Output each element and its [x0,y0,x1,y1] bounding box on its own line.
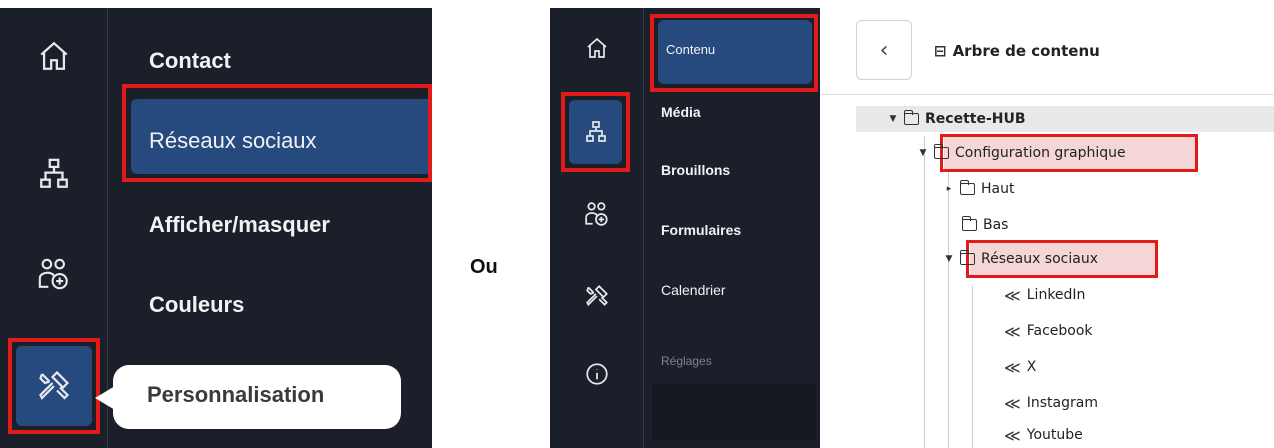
tooltip-arrow [95,386,115,410]
users-add-icon[interactable] [24,244,84,304]
tree-row-facebook[interactable]: ≪ Facebook [1004,318,1093,344]
folder-icon [961,216,977,231]
tree-guide [972,286,973,448]
tree-guide [924,136,925,448]
menu-item-reseaux-sociaux[interactable]: Réseaux sociaux [149,128,317,154]
folder-icon [933,144,949,159]
home-icon[interactable] [567,18,627,78]
tooltip-label: Personnalisation [147,382,325,407]
home-icon[interactable] [24,26,84,86]
tree-row-haut[interactable]: ▸ Haut [942,176,1014,202]
page-icon [903,110,919,125]
users-add-icon[interactable] [567,184,627,244]
caret-down-icon[interactable]: ▼ [942,254,956,264]
left-screenshot: Contact Réseaux sociaux Afficher/masquer… [0,8,432,448]
share-icon: ≪ [1004,393,1021,413]
menu-item-brouillons[interactable]: Brouillons [661,162,730,178]
tree-guide [948,164,949,448]
tree-row-youtube[interactable]: ≪ Youtube [1004,422,1083,448]
info-icon[interactable] [567,344,627,404]
tree-header: ⊟ Arbre de contenu [934,42,1100,60]
caret-down-icon[interactable]: ▼ [886,114,900,124]
share-icon: ≪ [1004,357,1021,377]
menu-item-formulaires[interactable]: Formulaires [661,222,741,238]
back-button[interactable]: ‹ [856,20,912,80]
folder-icon [959,180,975,195]
right-screenshot: Contenu Média Brouillons Formulaires Cal… [550,8,1274,448]
menu-item-media[interactable]: Média [661,104,701,120]
left-icon-rail [0,8,108,448]
tree-row-reseaux[interactable]: ▼ Réseaux sociaux [942,246,1098,272]
content-tree-panel: ‹ ⊟ Arbre de contenu ▼ Recette-HUB ▼ Con… [820,8,1274,448]
reglages-placeholder [652,384,816,440]
menu-item-contact[interactable]: Contact [149,48,231,74]
or-separator: Ou [470,256,498,278]
chevron-left-icon: ‹ [879,37,889,63]
menu-item-couleurs[interactable]: Couleurs [149,292,244,318]
menu-item-contenu[interactable]: Contenu [666,42,715,57]
menu-item-afficher-masquer[interactable]: Afficher/masquer [149,212,330,238]
section-label-reglages: Réglages [661,354,712,368]
tree-row-bas[interactable]: Bas [960,212,1008,238]
share-icon: ≪ [1004,425,1021,445]
header-divider [820,94,1274,95]
tools-icon[interactable] [567,266,627,326]
tree-icon: ⊟ [934,42,947,60]
menu-item-calendrier[interactable]: Calendrier [661,282,726,298]
share-icon: ≪ [1004,321,1021,341]
tree-header-title: Arbre de contenu [952,42,1100,60]
folder-icon [959,250,975,265]
caret-down-icon[interactable]: ▼ [916,148,930,158]
tree-row-instagram[interactable]: ≪ Instagram [1004,390,1098,416]
right-icon-rail [550,8,644,448]
tree-row-root[interactable]: ▼ Recette-HUB [886,106,1026,132]
tools-icon[interactable] [24,356,84,416]
right-submenu: Contenu Média Brouillons Formulaires Cal… [644,8,820,448]
left-submenu: Contact Réseaux sociaux Afficher/masquer… [95,8,432,448]
sitemap-icon[interactable] [24,144,84,204]
tree-row-config[interactable]: ▼ Configuration graphique [916,140,1126,166]
share-icon: ≪ [1004,285,1021,305]
sitemap-icon[interactable] [566,102,626,162]
caret-right-icon[interactable]: ▸ [942,184,956,194]
tree-row-linkedin[interactable]: ≪ LinkedIn [1004,282,1085,308]
tree-row-x[interactable]: ≪ X [1004,354,1036,380]
